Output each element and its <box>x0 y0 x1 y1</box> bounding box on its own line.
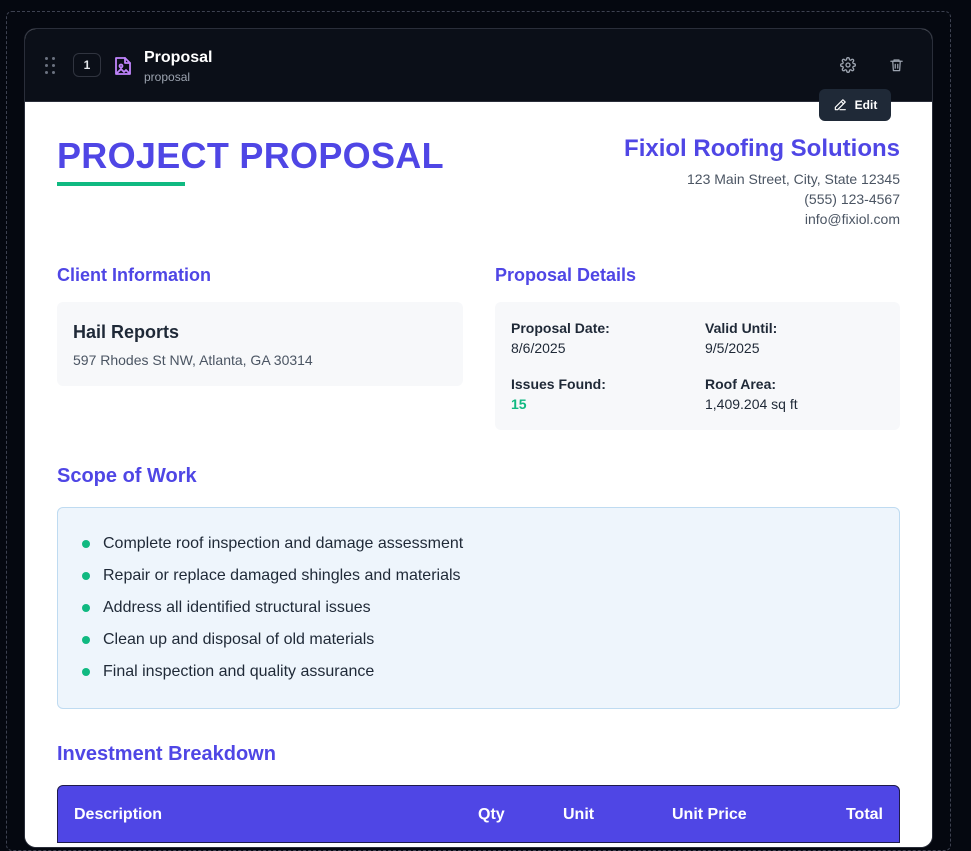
proposal-date-label: Proposal Date: <box>511 320 610 336</box>
valid-until-label: Valid Until: <box>705 320 778 336</box>
scope-heading: Scope of Work <box>57 465 197 487</box>
client-info-box: Hail Reports 597 Rhodes St NW, Atlanta, … <box>57 302 463 386</box>
bullet-icon <box>82 668 90 676</box>
column-header-unit: Unit <box>563 806 595 823</box>
trash-icon[interactable] <box>886 55 906 75</box>
column-header-qty: Qty <box>478 806 505 823</box>
bullet-icon <box>82 636 90 644</box>
block-subtitle: proposal <box>144 70 191 84</box>
list-item: Final inspection and quality assurance <box>82 662 374 682</box>
title-underline <box>57 182 185 186</box>
proposal-document: PROJECT PROPOSAL Fixiol Roofing Solution… <box>25 102 932 847</box>
block-index-badge: 1 <box>73 53 101 77</box>
investment-table-header: Description Qty Unit Unit Price Total <box>57 785 900 843</box>
issues-found-value: 15 <box>511 396 527 412</box>
column-header-unit-price: Unit Price <box>672 806 747 823</box>
proposal-details-box: Proposal Date: 8/6/2025 Valid Until: 9/5… <box>495 302 900 430</box>
proposal-date-value: 8/6/2025 <box>511 340 566 356</box>
issues-found-label: Issues Found: <box>511 376 606 392</box>
roof-area-value: 1,409.204 sq ft <box>705 396 798 412</box>
block-title: Proposal <box>144 49 213 66</box>
list-item: Repair or replace damaged shingles and m… <box>82 566 461 586</box>
scope-item-text: Complete roof inspection and damage asse… <box>103 535 464 552</box>
gear-icon[interactable] <box>838 55 858 75</box>
proposal-block-card: 1 Proposal proposal PROJECT PROPOSAL Fix… <box>24 28 933 848</box>
pencil-icon <box>834 99 846 111</box>
scope-list: Complete roof inspection and damage asse… <box>57 507 900 709</box>
issues-found-field: Issues Found: 15 <box>511 376 606 412</box>
roof-area-label: Roof Area: <box>705 376 777 392</box>
scope-item-text: Clean up and disposal of old materials <box>103 631 375 648</box>
scope-item-text: Final inspection and quality assurance <box>103 663 375 680</box>
bullet-icon <box>82 540 90 548</box>
company-email: info@fixiol.com <box>804 211 900 227</box>
roof-area-field: Roof Area: 1,409.204 sq ft <box>705 376 798 412</box>
scope-item-text: Repair or replace damaged shingles and m… <box>103 567 461 584</box>
file-image-icon <box>114 56 132 81</box>
proposal-details-heading: Proposal Details <box>495 265 637 285</box>
bullet-icon <box>82 604 90 612</box>
edit-button[interactable]: Edit <box>819 89 891 121</box>
investment-heading: Investment Breakdown <box>57 743 276 765</box>
company-address: 123 Main Street, City, State 12345 <box>687 171 900 187</box>
column-header-total: Total <box>845 806 883 823</box>
block-header: 1 Proposal proposal <box>25 29 932 102</box>
client-address: 597 Rhodes St NW, Atlanta, GA 30314 <box>73 352 313 368</box>
company-phone: (555) 123-4567 <box>804 191 900 207</box>
company-name: Fixiol Roofing Solutions <box>624 135 900 162</box>
list-item: Clean up and disposal of old materials <box>82 630 374 650</box>
bullet-icon <box>82 572 90 580</box>
document-title: PROJECT PROPOSAL <box>57 135 444 176</box>
drag-handle-icon[interactable] <box>45 57 57 75</box>
proposal-date-field: Proposal Date: 8/6/2025 <box>511 320 610 356</box>
edit-button-label: Edit <box>854 98 878 112</box>
column-header-description: Description <box>74 806 163 823</box>
list-item: Address all identified structural issues <box>82 598 371 618</box>
valid-until-value: 9/5/2025 <box>705 340 760 356</box>
client-info-heading: Client Information <box>57 265 211 285</box>
client-name: Hail Reports <box>73 322 180 342</box>
company-info: Fixiol Roofing Solutions 123 Main Street… <box>624 135 900 228</box>
scope-item-text: Address all identified structural issues <box>103 599 371 616</box>
valid-until-field: Valid Until: 9/5/2025 <box>705 320 777 356</box>
list-item: Complete roof inspection and damage asse… <box>82 534 463 554</box>
